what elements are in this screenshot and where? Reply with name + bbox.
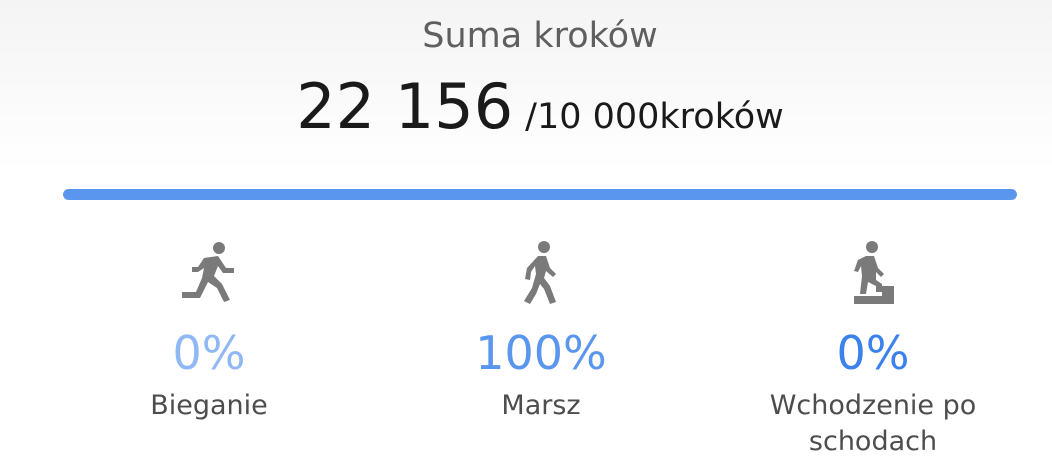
steps-summary-title: Suma kroków — [422, 16, 658, 56]
stairs-climbing-icon — [854, 241, 894, 304]
stat-running-label: Bieganie — [150, 390, 268, 421]
steps-progress-bar — [63, 189, 1017, 200]
walking-icon — [524, 241, 556, 304]
stat-stairs-label: Wchodzenie po schodach — [769, 390, 977, 457]
stat-walking-percent: 100% — [475, 326, 607, 380]
stat-stairs-percent: 0% — [836, 326, 910, 380]
steps-total: 22 156/10 000kroków — [0, 70, 1052, 143]
stat-stairs[interactable]: 0% Wchodzenie po schodach — [713, 238, 1033, 460]
steps-goal: /10 000kroków — [525, 97, 784, 137]
stat-running[interactable]: 0% Bieganie — [49, 238, 369, 424]
steps-count: 22 156 — [296, 70, 514, 143]
stat-walking-label: Marsz — [501, 390, 581, 421]
stat-running-percent: 0% — [172, 326, 246, 380]
running-icon — [182, 242, 234, 302]
steps-progress-fill — [63, 189, 1017, 200]
stat-walking[interactable]: 100% Marsz — [381, 238, 701, 424]
